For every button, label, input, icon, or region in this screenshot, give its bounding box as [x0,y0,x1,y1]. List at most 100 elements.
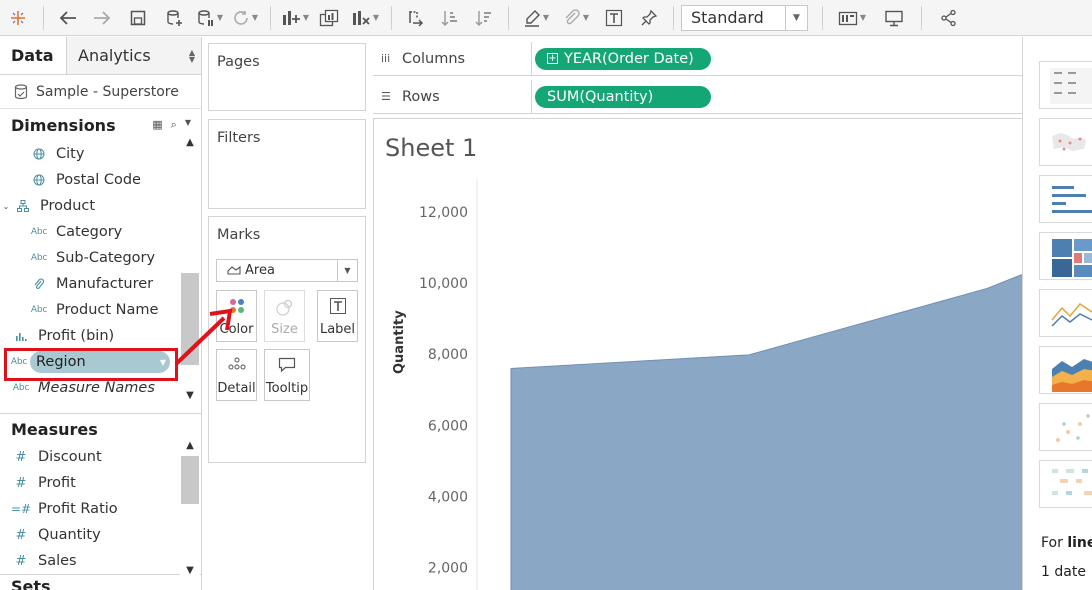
y-tick-label: 8,000 [428,347,468,363]
pages-card[interactable]: Pages [208,43,366,111]
scrollbar-thumb[interactable] [181,273,199,365]
scroll-down-icon[interactable]: ▼ [180,565,200,576]
tableau-logo-icon[interactable] [0,0,36,36]
showme-horizontal-bars[interactable] [1039,175,1092,223]
y-tick-label: 4,000 [428,489,468,505]
size-button[interactable]: Size [264,290,305,342]
toolbar-separator [921,5,922,30]
mark-type-select[interactable]: Area ▼ [216,259,358,282]
year-order-date-pill[interactable]: + YEAR(Order Date) [535,47,711,70]
showme-scatter[interactable] [1039,403,1092,451]
area-chart[interactable]: 2,000 4,000 6,000 8,000 10,000 12,000 [374,119,1023,590]
field-profit[interactable]: # Profit [0,470,201,496]
tab-data[interactable]: Data [0,37,67,74]
datasource-name: Sample - Superstore [36,83,179,100]
columns-icon: iii [381,52,391,65]
hierarchy-icon [14,200,32,212]
area-mark[interactable] [510,194,1023,590]
field-city[interactable]: City [0,141,201,167]
field-category[interactable]: Abc Category [0,219,201,245]
field-quantity[interactable]: # Quantity [0,522,201,548]
refresh-icon[interactable]: ▼ [227,0,263,36]
columns-shelf[interactable]: iii Columns + YEAR(Order Date) [373,41,1023,76]
field-sub-category[interactable]: Abc Sub-Category [0,245,201,271]
chevron-down-icon[interactable]: ▼ [185,118,191,132]
chevron-down-icon[interactable]: ⌄ [0,202,12,211]
presentation-mode-icon[interactable] [874,0,914,36]
field-discount[interactable]: # Discount [0,444,201,470]
detail-dots-icon [227,357,247,375]
dimensions-scrollbar[interactable]: ▲ ▼ [180,137,200,401]
scrollbar-thumb[interactable] [181,456,199,504]
showme-lines[interactable] [1039,289,1092,337]
field-product-name[interactable]: Abc Product Name [0,297,201,323]
showme-for-prefix: For [1041,535,1068,551]
share-icon[interactable] [929,0,969,36]
tooltip-button[interactable]: Tooltip [264,349,310,401]
field-label: Profit (bin) [38,328,115,344]
view-list-icon[interactable]: ▦ [152,118,162,132]
sort-descending-icon[interactable] [467,0,501,36]
detail-button[interactable]: Detail [216,349,257,401]
chevron-down-icon[interactable]: ▼ [337,260,357,281]
sum-quantity-pill[interactable]: SUM(Quantity) [535,85,711,108]
rows-icon: ☰ [381,90,391,103]
expand-plus-icon[interactable]: + [547,53,558,64]
chevron-down-icon[interactable]: ▼ [785,5,807,30]
label-button[interactable]: Label [317,290,358,342]
paperclip-icon [30,277,48,291]
field-profit-bin[interactable]: Profit (bin) [0,323,201,349]
swap-rows-columns-icon[interactable] [399,0,433,36]
abc-icon: Abc [30,253,48,263]
field-sales[interactable]: # Sales [0,548,201,574]
field-profit-ratio[interactable]: =# Profit Ratio [0,496,201,522]
color-button[interactable]: Color [216,290,257,342]
filters-card[interactable]: Filters [208,119,366,209]
showme-area[interactable] [1039,346,1092,394]
scroll-up-icon[interactable]: ▲ [180,440,200,451]
showme-map[interactable] [1039,118,1092,166]
datasource-item[interactable]: Sample - Superstore [0,75,201,109]
tab-analytics[interactable]: Analytics ▲ ▼ [67,37,201,74]
search-icon[interactable]: ⌕ [171,118,177,132]
new-worksheet-icon[interactable]: ▼ [278,0,312,36]
show-cards-icon[interactable]: ▼ [830,0,874,36]
scroll-up-icon[interactable]: ▲ [180,137,200,148]
field-manufacturer[interactable]: Manufacturer [0,271,201,297]
field-postal-code[interactable]: Postal Code [0,167,201,193]
size-label: Size [271,322,298,337]
hash-icon: # [15,553,27,569]
pause-datasource-icon[interactable]: ▼ [193,0,227,36]
abc-icon: Abc [30,227,48,237]
highlight-icon[interactable]: ▼ [516,0,556,36]
field-label: Discount [38,449,102,465]
rows-shelf[interactable]: ☰ Rows SUM(Quantity) [373,79,1023,114]
hash-icon: # [15,449,27,465]
redo-icon[interactable] [85,0,119,36]
show-mark-labels-icon[interactable] [596,0,632,36]
mark-type-value: Area [245,263,275,278]
measures-scrollbar[interactable]: ▲ ▼ [180,440,200,576]
showme-gantt[interactable] [1039,460,1092,508]
columns-label-cell: iii Columns [373,41,532,76]
field-label: Sales [38,553,77,569]
fix-axes-pin-icon[interactable] [632,0,666,36]
group-members-icon[interactable]: ▼ [556,0,596,36]
save-icon[interactable] [119,0,157,36]
showme-treemap[interactable] [1039,232,1092,280]
sort-ascending-icon[interactable] [433,0,467,36]
fit-select[interactable]: Standard ▼ [681,4,808,31]
clear-sheet-icon[interactable]: ▼ [346,0,384,36]
sort-arrows-icon[interactable]: ▲ ▼ [189,48,195,63]
undo-icon[interactable] [51,0,85,36]
text-label-icon [329,298,346,318]
showme-text-table[interactable] [1039,61,1092,109]
new-datasource-icon[interactable] [157,0,193,36]
detail-label: Detail [217,381,256,396]
scroll-down-icon[interactable]: ▼ [180,390,200,401]
size-icon [275,298,295,322]
bar-chart-icon [12,331,30,341]
duplicate-sheet-icon[interactable] [312,0,346,36]
field-product-hierarchy[interactable]: ⌄ Product [0,193,201,219]
field-label: City [56,146,85,162]
